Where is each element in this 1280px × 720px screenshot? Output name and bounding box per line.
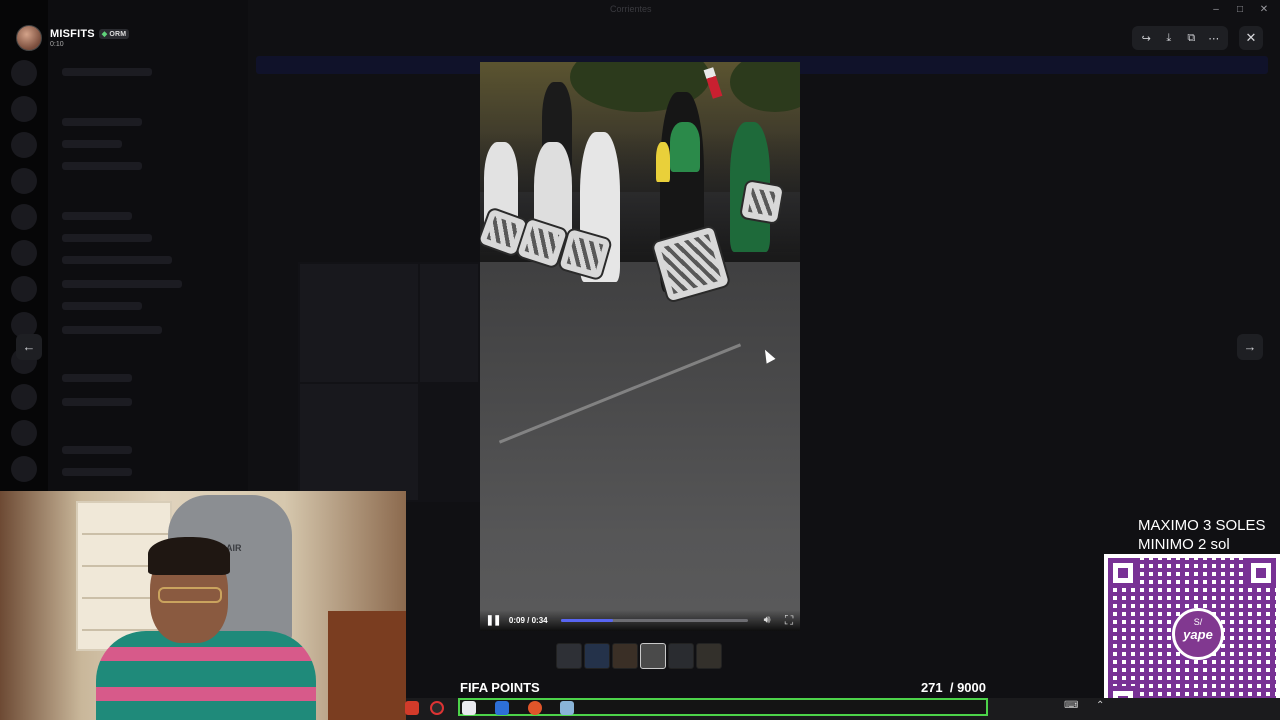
arrow-right-icon[interactable]: → [1237,334,1263,360]
video-controls: ❚❚ 0:09 / 0:34 🔊︎ ⛶ [480,610,800,631]
pause-icon[interactable]: ❚❚ [482,615,504,626]
author-name[interactable]: MISFITS [50,28,95,40]
window-close-icon[interactable]: ✕ [1254,2,1274,18]
forward-icon[interactable]: ↪ [1136,32,1156,45]
volume-icon[interactable]: 🔊︎ [756,614,778,627]
keyboard-icon[interactable]: ⌨ [1064,700,1078,711]
download-icon[interactable]: ⤓ [1159,32,1179,45]
media-author: MISFITSORM 0:10 [16,24,130,52]
fifa-points-count: 271 / 9000 [920,680,986,695]
media-timestamp: 0:10 [50,41,64,48]
media-thumbnail[interactable] [584,643,610,669]
message-attachments [298,262,480,502]
video-player[interactable] [480,62,800,631]
window-controls: – □ ✕ [1206,2,1274,18]
donation-limits: MAXIMO 3 SOLES MINIMO 2 sol [1138,516,1280,554]
close-icon[interactable]: ✕ [1239,26,1263,50]
fullscreen-icon[interactable]: ⛶ [778,613,800,628]
maximize-icon[interactable]: □ [1230,2,1250,18]
media-thumbnail[interactable] [556,643,582,669]
app-icon[interactable] [495,701,509,715]
yape-qr-code: S/ yape [1104,554,1280,720]
video-progress-fill [560,619,614,622]
arrow-left-icon[interactable]: ← [16,334,42,360]
more-icon[interactable]: ⋯ [1204,32,1224,45]
app-icon[interactable] [405,701,419,715]
app-icon[interactable] [560,701,574,715]
media-toolbar: ↪ ⤓ ⧉ ⋯ [1132,26,1228,50]
media-thumbnail[interactable] [612,643,638,669]
tray-chevron-icon[interactable]: ⌃ [1096,700,1104,711]
window-title: Corrientes [610,4,652,14]
avatar[interactable] [16,25,42,51]
fifa-points-label: FIFA POINTS [460,680,540,695]
video-progress-bar[interactable] [560,619,749,622]
media-thumbnail[interactable] [696,643,722,669]
app-icon[interactable] [528,701,542,715]
minimize-icon[interactable]: – [1206,2,1226,18]
media-thumbnail[interactable] [640,643,666,669]
discord-taskbar-icon[interactable] [462,701,476,715]
video-time: 0:09 / 0:34 [508,616,548,625]
open-external-icon[interactable]: ⧉ [1181,32,1201,45]
donation-min: MINIMO 2 sol [1138,536,1230,553]
app-icon[interactable] [430,701,444,715]
media-thumbnail[interactable] [668,643,694,669]
yape-logo-icon: S/ yape [1172,608,1224,660]
webcam-overlay [0,491,406,720]
media-thumbnail-strip [556,643,722,669]
server-tag: ORM [98,29,130,40]
donation-max: MAXIMO 3 SOLES [1138,517,1266,534]
